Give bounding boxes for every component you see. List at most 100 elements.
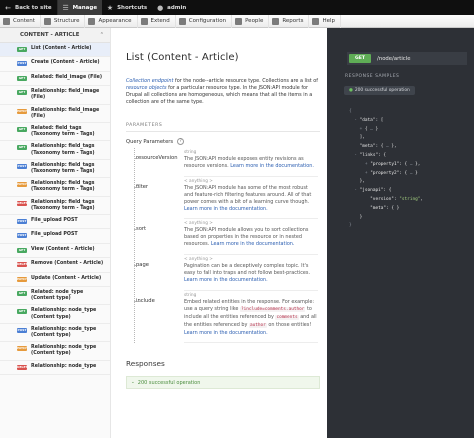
sidebar-endpoint-item[interactable]: POST Create (Content - Article)	[0, 57, 110, 72]
documentation-link[interactable]: Learn more in the documentation.	[230, 163, 314, 169]
sidebar-endpoint-item[interactable]: GET Related: node_type (Content type)	[0, 287, 110, 306]
tray-item-content[interactable]: Content	[0, 14, 41, 28]
param-type: < anything >	[184, 221, 213, 227]
structure-icon	[43, 17, 51, 25]
intro-text: Collection endpoint for the node--articl…	[126, 78, 320, 106]
resource-objects-link[interactable]: resource objects	[126, 85, 167, 91]
http-method-badge: POST	[17, 163, 27, 169]
sidebar-endpoint-label: Related: node_type (Content type)	[31, 289, 84, 302]
arrow-left-icon: ←	[5, 3, 11, 12]
param-name: filter	[126, 177, 184, 220]
tray-item-label: Help	[322, 18, 335, 24]
sidebar-endpoint-label: Relationship: field_tags (Taxonomy term …	[31, 162, 95, 174]
sidebar-endpoint-item[interactable]: GET Relationship: field_image (File)	[0, 86, 110, 105]
tray-item-reports[interactable]: Reports	[269, 14, 310, 28]
content-icon	[3, 17, 10, 25]
param-type: < anything >	[184, 257, 213, 263]
manage-tab[interactable]: ☰ Manage	[57, 0, 103, 15]
response-samples-label: RESPONSE SAMPLES	[345, 74, 400, 79]
http-method-badge: DELETE	[17, 364, 30, 370]
chevron-up-icon: ⌃	[99, 32, 104, 38]
sidebar-endpoint-item[interactable]: POST File_upload POST	[0, 215, 110, 230]
sidebar-group-header[interactable]: CONTENT - ARTICLE ⌃	[0, 28, 110, 43]
documentation-link[interactable]: Learn more in the documentation.	[184, 330, 268, 336]
http-method-badge: GET	[17, 145, 27, 151]
param-details: < anything > The JSON:API module allows …	[184, 219, 318, 256]
question-icon[interactable]: ?	[177, 138, 185, 145]
param-row: resourceVersion string The JSON:API modu…	[126, 148, 320, 177]
tray-item-structure[interactable]: Structure	[41, 14, 86, 28]
admin-toolbar: ← Back to site ☰ Manage ★ Shortcuts ● ad…	[0, 0, 474, 15]
sidebar-endpoint-item[interactable]: GET Relationship: node_type (Content type…	[0, 305, 110, 324]
param-description-text: on those entities!	[268, 321, 312, 328]
sidebar-endpoint-item[interactable]: PATCH Update (Content - Article)	[0, 273, 110, 287]
param-description: Embed related entities in the response. …	[184, 299, 318, 337]
sidebar-endpoint-label: Relationship: field_tags (Taxonomy term …	[31, 181, 95, 193]
response-sample-tab[interactable]: ● 200 successful operation	[344, 86, 415, 95]
http-method-badge: GET	[17, 247, 27, 253]
sidebar-endpoint-item[interactable]: POST File_upload POST	[0, 229, 110, 244]
sidebar-endpoint-item[interactable]: PATCH Relationship: field_image (File)	[0, 105, 110, 123]
tray-item-extend[interactable]: Extend	[138, 14, 176, 28]
http-method-badge: GET	[17, 290, 27, 296]
sidebar-endpoint-item[interactable]: PATCH Relationship: field_tags (Taxonomy …	[0, 178, 110, 197]
parameters-section-label: PARAMETERS	[126, 123, 320, 132]
sidebar-endpoint-label: Relationship: node_type (Content type)	[31, 345, 97, 357]
collection-endpoint-link[interactable]: Collection endpoint	[126, 78, 173, 84]
tray-item-people[interactable]: People	[232, 14, 270, 28]
http-method-badge: GET	[17, 90, 27, 96]
param-type: < anything >	[184, 178, 213, 184]
response-200-toggle[interactable]: ⌄ 200 successful operation	[126, 376, 320, 390]
people-icon	[235, 17, 243, 25]
extend-icon	[140, 17, 148, 25]
sidebar-endpoint-list: GET List (Content - Article) POST Create (C…	[0, 43, 110, 375]
user-tab[interactable]: ● admin	[152, 0, 191, 15]
endpoint-path: /node/article	[377, 55, 411, 62]
appearance-icon	[88, 17, 96, 25]
documentation-link[interactable]: Learn more in the documentation.	[211, 241, 295, 247]
status-dot-icon: ●	[349, 88, 353, 93]
query-parameters-heading: Query Parameters ?	[126, 138, 320, 145]
tray-item-label: Configuration	[188, 18, 227, 24]
sidebar-endpoint-item[interactable]: GET Related: field_tags (Taxonomy term - …	[0, 123, 110, 142]
sidebar-endpoint-item[interactable]: DELETE Relationship: field_tags (Taxonomy…	[0, 197, 110, 216]
sidebar-endpoint-item[interactable]: GET Related: field_image (File)	[0, 72, 110, 87]
http-method-badge: POST	[17, 327, 27, 333]
tray-item-configuration[interactable]: Configuration	[176, 14, 233, 28]
endpoint-sidebar: CONTENT - ARTICLE ⌃ GET List (Content - A…	[0, 28, 111, 438]
http-method-badge: GET	[17, 75, 27, 81]
tray-item-help[interactable]: Help	[309, 14, 341, 28]
parameters-list: resourceVersion string The JSON:API modu…	[126, 148, 320, 344]
sidebar-endpoint-label: View (Content - Article)	[31, 246, 95, 252]
sidebar-endpoint-item[interactable]: GET View (Content - Article)	[0, 244, 110, 259]
menu-icon: ☰	[62, 3, 69, 12]
endpoint-url-bar[interactable]: GET /node/article	[347, 52, 467, 65]
response-samples-panel: GET /node/article RESPONSE SAMPLES ● 200 …	[327, 28, 474, 438]
sidebar-endpoint-item[interactable]: GET Relationship: field_tags (Taxonomy te…	[0, 141, 110, 160]
sidebar-endpoint-label: Relationship: field_tags (Taxonomy term …	[31, 199, 95, 211]
back-to-site-label: Back to site	[15, 4, 52, 11]
sidebar-endpoint-item[interactable]: POST Relationship: node_type (Content typ…	[0, 324, 110, 343]
responses-heading: Responses	[126, 359, 165, 369]
shortcuts-label: Shortcuts	[117, 4, 148, 11]
param-name: resourceVersion	[126, 148, 184, 177]
documentation-link[interactable]: Learn more in the documentation.	[184, 206, 268, 212]
documentation-link[interactable]: Learn more in the documentation.	[184, 277, 268, 283]
param-row: filter < anything > The JSON:API module …	[126, 177, 320, 220]
star-icon: ★	[106, 3, 114, 12]
chevron-down-icon: ⌄	[131, 380, 135, 386]
sidebar-endpoint-item[interactable]: PATCH Relationship: node_type (Content ty…	[0, 342, 110, 361]
sidebar-endpoint-label: File_upload POST	[31, 232, 78, 238]
sidebar-endpoint-label: Relationship: field_image (File)	[31, 107, 100, 119]
sidebar-endpoint-item[interactable]: DELETE Relationship: node_type	[0, 361, 110, 375]
tray-item-label: Structure	[53, 18, 80, 24]
sidebar-endpoint-label: Update (Content - Article)	[31, 275, 102, 281]
sidebar-endpoint-item[interactable]: POST Relationship: field_tags (Taxonomy t…	[0, 160, 110, 179]
shortcuts-tab[interactable]: ★ Shortcuts	[102, 0, 152, 15]
sidebar-endpoint-item[interactable]: DELETE Remove (Content - Article)	[0, 258, 110, 273]
back-to-site-link[interactable]: ← Back to site	[0, 0, 57, 15]
manage-label: Manage	[72, 4, 98, 11]
http-method-badge: GET	[349, 54, 372, 63]
sidebar-endpoint-item[interactable]: GET List (Content - Article)	[0, 43, 110, 58]
tray-item-appearance[interactable]: Appearance	[85, 14, 138, 28]
